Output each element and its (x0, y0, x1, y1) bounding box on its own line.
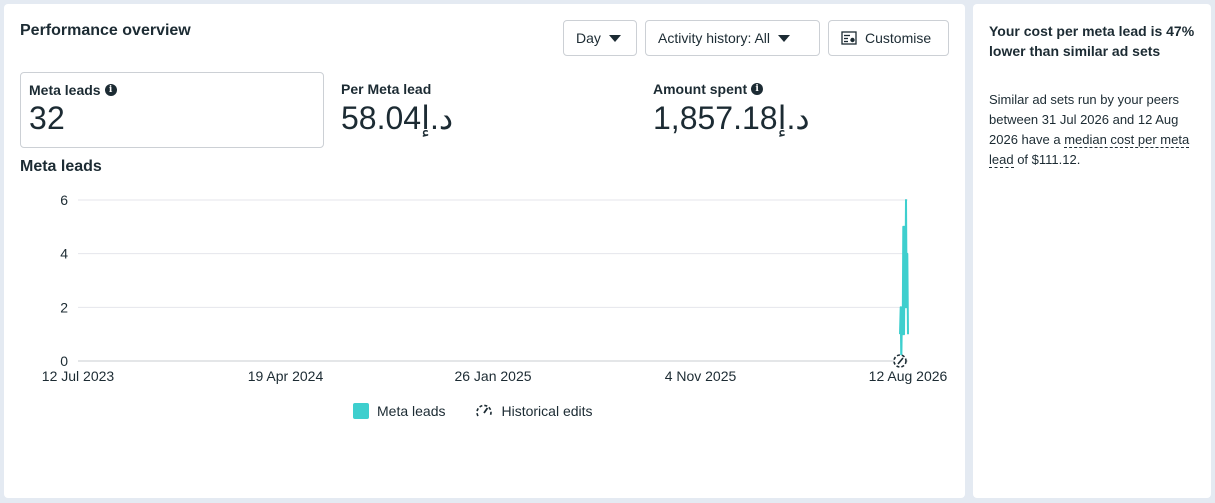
metric-amount-spent[interactable]: Amount spent i 1,857.18د.إ (645, 72, 945, 148)
insight-body: Similar ad sets run by your peers betwee… (989, 90, 1201, 170)
x-tick-label: 26 Jan 2025 (454, 368, 531, 384)
insight-card: Your cost per meta lead is 47% lower tha… (973, 4, 1211, 498)
meta-leads-chart: 0 2 4 6 12 Jul 2023 19 Apr 2024 26 Jan 2025 4 N… (42, 192, 948, 384)
y-tick-label: 2 (60, 299, 68, 315)
metric-label: Meta leads (29, 82, 101, 98)
customise-icon (841, 31, 857, 45)
series-line-meta-leads (899, 199, 909, 362)
historical-edits-icon (476, 404, 493, 417)
legend-swatch (353, 403, 369, 419)
x-tick-label: 19 Apr 2024 (248, 368, 324, 384)
x-tick-label: 12 Jul 2023 (42, 368, 115, 384)
day-dropdown[interactable]: Day (563, 20, 637, 56)
metric-meta-leads[interactable]: Meta leads i 32 (20, 72, 324, 148)
customise-label: Customise (865, 30, 932, 46)
activity-history-dropdown[interactable]: Activity history: All (645, 20, 820, 56)
metric-label: Per Meta lead (341, 81, 432, 97)
metric-value: 58.04د.إ (341, 100, 454, 136)
insight-title: Your cost per meta lead is 47% lower tha… (989, 23, 1195, 59)
info-icon[interactable]: i (751, 83, 764, 95)
chart-title: Meta leads (20, 158, 102, 175)
metric-label: Amount spent (653, 81, 748, 97)
x-tick-label: 12 Aug 2026 (869, 368, 948, 384)
y-tick-label: 6 (60, 192, 68, 208)
info-icon[interactable]: i (104, 84, 117, 96)
day-dropdown-label: Day (576, 30, 601, 46)
caret-down-icon (608, 34, 621, 42)
legend-label: Meta leads (377, 403, 446, 419)
customise-button[interactable]: Customise (828, 20, 949, 56)
chart-legend: Meta leads Historical edits (353, 403, 593, 419)
legend-label: Historical edits (501, 403, 593, 419)
legend-item-meta-leads[interactable]: Meta leads (353, 403, 445, 419)
legend-item-historical-edits[interactable]: Historical edits (475, 403, 593, 419)
metric-per-meta-lead[interactable]: Per Meta lead 58.04د.إ (333, 72, 633, 148)
insight-text: of $111.12. (1013, 152, 1081, 167)
caret-down-icon (778, 34, 791, 42)
performance-overview-card: Performance overview Day Activity histor… (4, 4, 965, 498)
metric-value: 32 (29, 100, 65, 136)
y-tick-label: 0 (60, 353, 68, 369)
metric-value: 1,857.18د.إ (653, 100, 810, 136)
page-title: Performance overview (20, 22, 191, 39)
activity-history-label: Activity history: All (658, 30, 771, 46)
x-tick-label: 4 Nov 2025 (665, 368, 737, 384)
y-tick-label: 4 (60, 246, 68, 262)
